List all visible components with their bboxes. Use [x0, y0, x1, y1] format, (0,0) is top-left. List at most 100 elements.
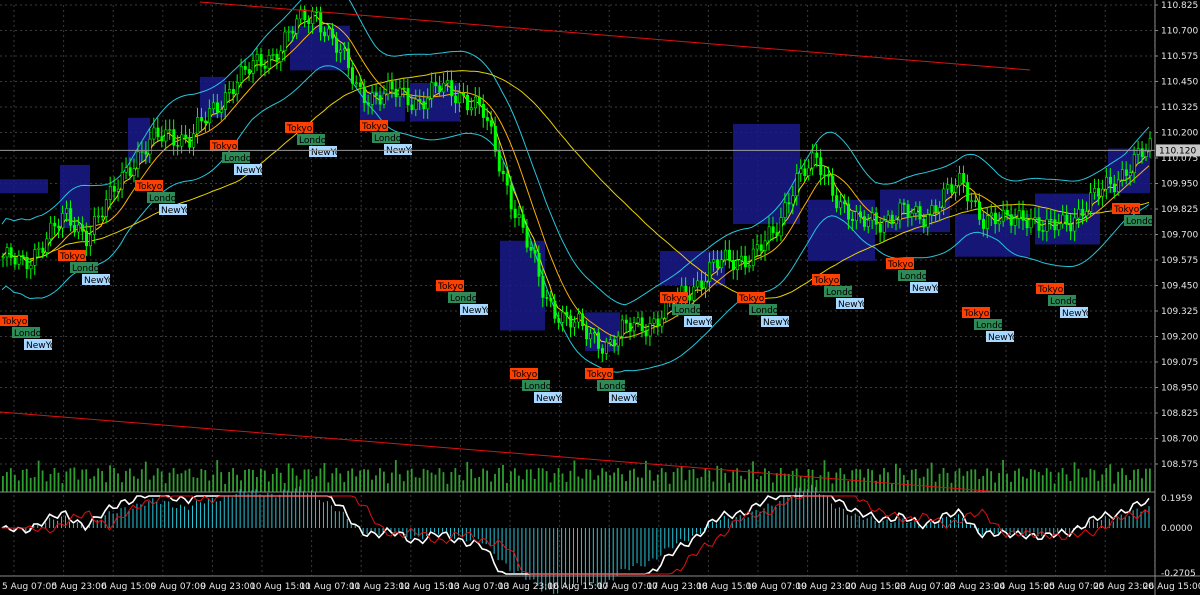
candle-body[interactable]: [509, 184, 513, 210]
candle-body[interactable]: [1013, 218, 1017, 226]
candle-body[interactable]: [688, 295, 692, 301]
candle-body[interactable]: [21, 255, 25, 258]
candle-body[interactable]: [831, 176, 835, 196]
candle-body[interactable]: [1109, 176, 1113, 185]
candle-body[interactable]: [513, 208, 517, 218]
candle-body[interactable]: [985, 215, 989, 229]
oscillator-subwindow[interactable]: [1, 484, 1150, 594]
candle-body[interactable]: [938, 207, 942, 213]
candle-body[interactable]: [73, 224, 77, 233]
candle-body[interactable]: [1085, 211, 1089, 217]
candle-body[interactable]: [1009, 214, 1013, 226]
candle-body[interactable]: [29, 265, 33, 270]
candle-body[interactable]: [779, 217, 783, 237]
candle-body[interactable]: [870, 212, 874, 221]
candle-body[interactable]: [57, 225, 61, 229]
candle-body[interactable]: [902, 202, 906, 205]
candle-body[interactable]: [192, 133, 196, 148]
candle-body[interactable]: [906, 204, 910, 217]
candle-body[interactable]: [537, 252, 541, 277]
candle-body[interactable]: [156, 127, 160, 137]
candle-body[interactable]: [565, 311, 569, 316]
candle-body[interactable]: [759, 244, 763, 251]
candle-body[interactable]: [624, 319, 628, 324]
candle-body[interactable]: [855, 211, 859, 221]
candle-body[interactable]: [454, 95, 458, 104]
candle-body[interactable]: [188, 138, 192, 148]
candle-body[interactable]: [81, 224, 85, 232]
candle-body[interactable]: [954, 185, 958, 193]
candle-body[interactable]: [974, 200, 978, 203]
candle-body[interactable]: [1081, 208, 1085, 217]
candle-body[interactable]: [374, 92, 378, 96]
candle-body[interactable]: [263, 65, 267, 69]
candle-body[interactable]: [728, 249, 732, 261]
candle-body[interactable]: [481, 104, 485, 118]
candle-body[interactable]: [922, 218, 926, 228]
candle-body[interactable]: [720, 259, 724, 269]
candle-body[interactable]: [716, 259, 720, 269]
candle-body[interactable]: [1101, 188, 1105, 197]
candle-body[interactable]: [632, 322, 636, 332]
candle-body[interactable]: [216, 102, 220, 113]
candle-body[interactable]: [620, 319, 624, 337]
candle-body[interactable]: [128, 167, 132, 176]
chart-window[interactable]: Tokyo London NewYo Tokyo London NewYo Tokyo Lon…: [0, 0, 1200, 595]
candle-body[interactable]: [386, 81, 390, 95]
candle-body[interactable]: [731, 260, 735, 270]
candle-body[interactable]: [477, 96, 481, 105]
candle-body[interactable]: [61, 213, 65, 229]
candle-body[interactable]: [942, 188, 946, 208]
candle-body[interactable]: [414, 99, 418, 111]
candle-body[interactable]: [501, 170, 505, 175]
candle-body[interactable]: [227, 89, 231, 94]
candle-body[interactable]: [743, 255, 747, 268]
candle-body[interactable]: [1025, 219, 1029, 229]
candle-body[interactable]: [438, 85, 442, 93]
candle-body[interactable]: [866, 219, 870, 227]
candle-body[interactable]: [858, 211, 862, 217]
candle-body[interactable]: [327, 28, 331, 37]
candle-body[interactable]: [1049, 218, 1053, 221]
candle-body[interactable]: [589, 333, 593, 340]
candle-body[interactable]: [489, 120, 493, 127]
candle-body[interactable]: [354, 82, 358, 85]
candle-body[interactable]: [918, 206, 922, 220]
candle-body[interactable]: [914, 206, 918, 214]
candle-body[interactable]: [771, 226, 775, 233]
candle-body[interactable]: [549, 297, 553, 302]
candle-body[interactable]: [255, 54, 259, 61]
candle-body[interactable]: [271, 54, 275, 56]
candle-body[interactable]: [104, 199, 108, 217]
candle-body[interactable]: [426, 98, 430, 110]
candle-body[interactable]: [235, 82, 239, 95]
candle-body[interactable]: [144, 151, 148, 155]
candle-body[interactable]: [442, 82, 446, 93]
candle-body[interactable]: [466, 94, 470, 111]
candle-body[interactable]: [366, 102, 370, 105]
candle-body[interactable]: [600, 348, 604, 354]
candle-body[interactable]: [259, 54, 263, 67]
candle-body[interactable]: [553, 300, 557, 319]
candle-body[interactable]: [612, 339, 616, 347]
candle-body[interactable]: [755, 244, 759, 250]
candle-body[interactable]: [5, 247, 9, 258]
candle-body[interactable]: [124, 167, 128, 173]
candle-body[interactable]: [1053, 219, 1057, 231]
candle-body[interactable]: [533, 250, 537, 254]
candle-body[interactable]: [569, 315, 573, 328]
candle-body[interactable]: [910, 212, 914, 217]
candle-body[interactable]: [1124, 169, 1128, 176]
candle-body[interactable]: [462, 92, 466, 96]
candle-body[interactable]: [247, 69, 251, 74]
candle-body[interactable]: [473, 96, 477, 109]
candle-body[interactable]: [1065, 214, 1069, 225]
candle-body[interactable]: [33, 249, 37, 266]
candle-body[interactable]: [1144, 150, 1148, 157]
candle-body[interactable]: [410, 104, 414, 111]
candle-body[interactable]: [370, 92, 374, 105]
candle-body[interactable]: [505, 173, 509, 186]
candle-body[interactable]: [358, 82, 362, 88]
candle-body[interactable]: [529, 246, 533, 251]
candle-body[interactable]: [636, 317, 640, 324]
